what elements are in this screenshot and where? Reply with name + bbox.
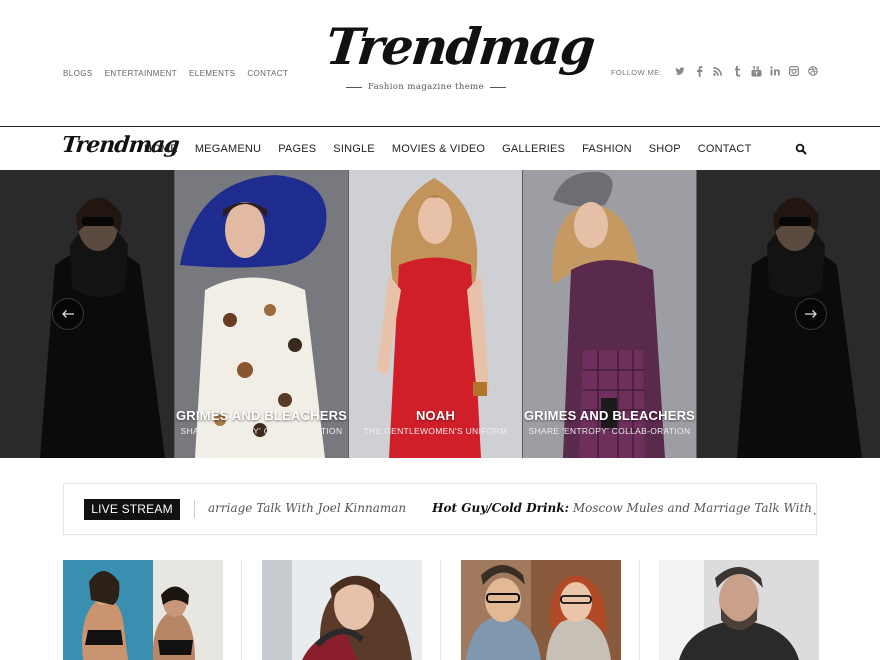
thumbnail-image — [262, 560, 422, 660]
nav-menu: HOME MEGAMENU PAGES SINGLE MOVIES & VIDE… — [144, 143, 752, 155]
main-nav: Trendmag HOME MEGAMENU PAGES SINGLE MOVI… — [0, 126, 880, 171]
slide-caption: NOAH THE GENTLEWOMEN'S UNIFORM — [349, 408, 522, 436]
post-thumbnails — [0, 560, 880, 660]
slide[interactable]: NOAH THE GENTLEWOMEN'S UNIFORM — [349, 170, 522, 458]
slide[interactable]: GRIMES AND BLEACHERS SHARE 'ENTROPY' COL… — [523, 170, 696, 458]
logo-text: Trendmag — [322, 17, 597, 76]
nav-item-fashion[interactable]: FASHION — [582, 143, 632, 155]
social-follow: FOLLOW ME: — [610, 65, 818, 78]
slide-caption: GRIMES AND BLEACHERS SHARE 'ENTROPY' COL… — [523, 408, 696, 436]
post-thumbnail[interactable] — [262, 560, 422, 660]
facebook-icon[interactable] — [694, 66, 704, 78]
nav-item-megamenu[interactable]: MEGAMENU — [195, 143, 261, 155]
slide[interactable] — [697, 170, 880, 458]
top-link-contact[interactable]: CONTACT — [247, 69, 288, 78]
site-logo[interactable]: Trendmag Fashion magazine theme — [323, 14, 597, 114]
ticker-item[interactable]: Moscow Mules and Marriage Talk With Joel — [573, 501, 816, 515]
nav-item-contact[interactable]: CONTACT — [698, 143, 752, 155]
arrow-left-icon — [62, 310, 74, 318]
slide-subtitle: THE GENTLEWOMEN'S UNIFORM — [363, 426, 508, 436]
slide[interactable] — [0, 170, 174, 458]
top-link-elements[interactable]: ELEMENTS — [189, 69, 235, 78]
nav-item-single[interactable]: SINGLE — [333, 143, 375, 155]
top-link-entertainment[interactable]: ENTERTAINMENT — [105, 69, 177, 78]
live-stream-label: LIVE STREAM — [84, 499, 180, 520]
follow-label: FOLLOW ME: — [610, 67, 662, 77]
slide-title[interactable]: NOAH — [349, 408, 522, 423]
tumblr-icon[interactable] — [732, 66, 742, 78]
news-ticker: arriage Talk With Joel Kinnaman Hot Guy/C… — [208, 501, 816, 515]
slide-subtitle: SHARE 'ENTROPY' COLLAB-ORATION — [528, 426, 691, 436]
post-thumbnail[interactable] — [63, 560, 223, 660]
thumbnail-image — [659, 560, 819, 660]
ticker-item[interactable]: arriage Talk With Joel Kinnaman — [208, 501, 406, 515]
featured-slider: GRIMES AND BLEACHERS SHARE 'ENTROPY' COL… — [0, 170, 880, 458]
slider-prev-button[interactable] — [52, 298, 84, 330]
live-stream-bar: LIVE STREAM arriage Talk With Joel Kinna… — [63, 483, 817, 535]
slide[interactable]: GRIMES AND BLEACHERS SHARE 'ENTROPY' COL… — [175, 170, 348, 458]
instagram-icon[interactable] — [789, 66, 800, 78]
nav-item-shop[interactable]: SHOP — [649, 143, 681, 155]
post-thumbnail[interactable] — [659, 560, 819, 660]
dribbble-icon[interactable] — [808, 66, 818, 78]
nav-item-home[interactable]: HOME — [144, 143, 178, 155]
rss-icon[interactable] — [713, 66, 723, 78]
search-icon[interactable] — [795, 142, 807, 155]
youtube-icon[interactable] — [751, 65, 762, 78]
arrow-right-icon — [805, 310, 817, 318]
linkedin-icon[interactable] — [770, 66, 780, 78]
slide-title[interactable]: GRIMES AND BLEACHERS — [523, 408, 696, 423]
nav-item-galleries[interactable]: GALLERIES — [502, 143, 565, 155]
nav-item-pages[interactable]: PAGES — [278, 143, 316, 155]
top-link-blogs[interactable]: BLOGS — [63, 69, 93, 78]
thumbnail-image — [461, 560, 621, 660]
post-thumbnail[interactable] — [461, 560, 621, 660]
slider-next-button[interactable] — [795, 298, 827, 330]
logo-tagline: Fashion magazine theme — [367, 82, 485, 92]
slide-title[interactable]: GRIMES AND BLEACHERS — [175, 408, 348, 423]
slide-subtitle: SHARE 'ENTROPY' COLLAB-ORATION — [180, 426, 343, 436]
ticker-item-bold[interactable]: Hot Guy/Cold Drink: — [432, 501, 569, 515]
slide-caption: GRIMES AND BLEACHERS SHARE 'ENTROPY' COL… — [175, 408, 348, 436]
top-links: BLOGS ENTERTAINMENT ELEMENTS CONTACT — [63, 69, 288, 78]
site-header: BLOGS ENTERTAINMENT ELEMENTS CONTACT Tre… — [0, 0, 880, 126]
thumbnail-image — [63, 560, 223, 660]
twitter-icon[interactable] — [675, 66, 685, 78]
nav-item-movies-video[interactable]: MOVIES & VIDEO — [392, 143, 485, 155]
